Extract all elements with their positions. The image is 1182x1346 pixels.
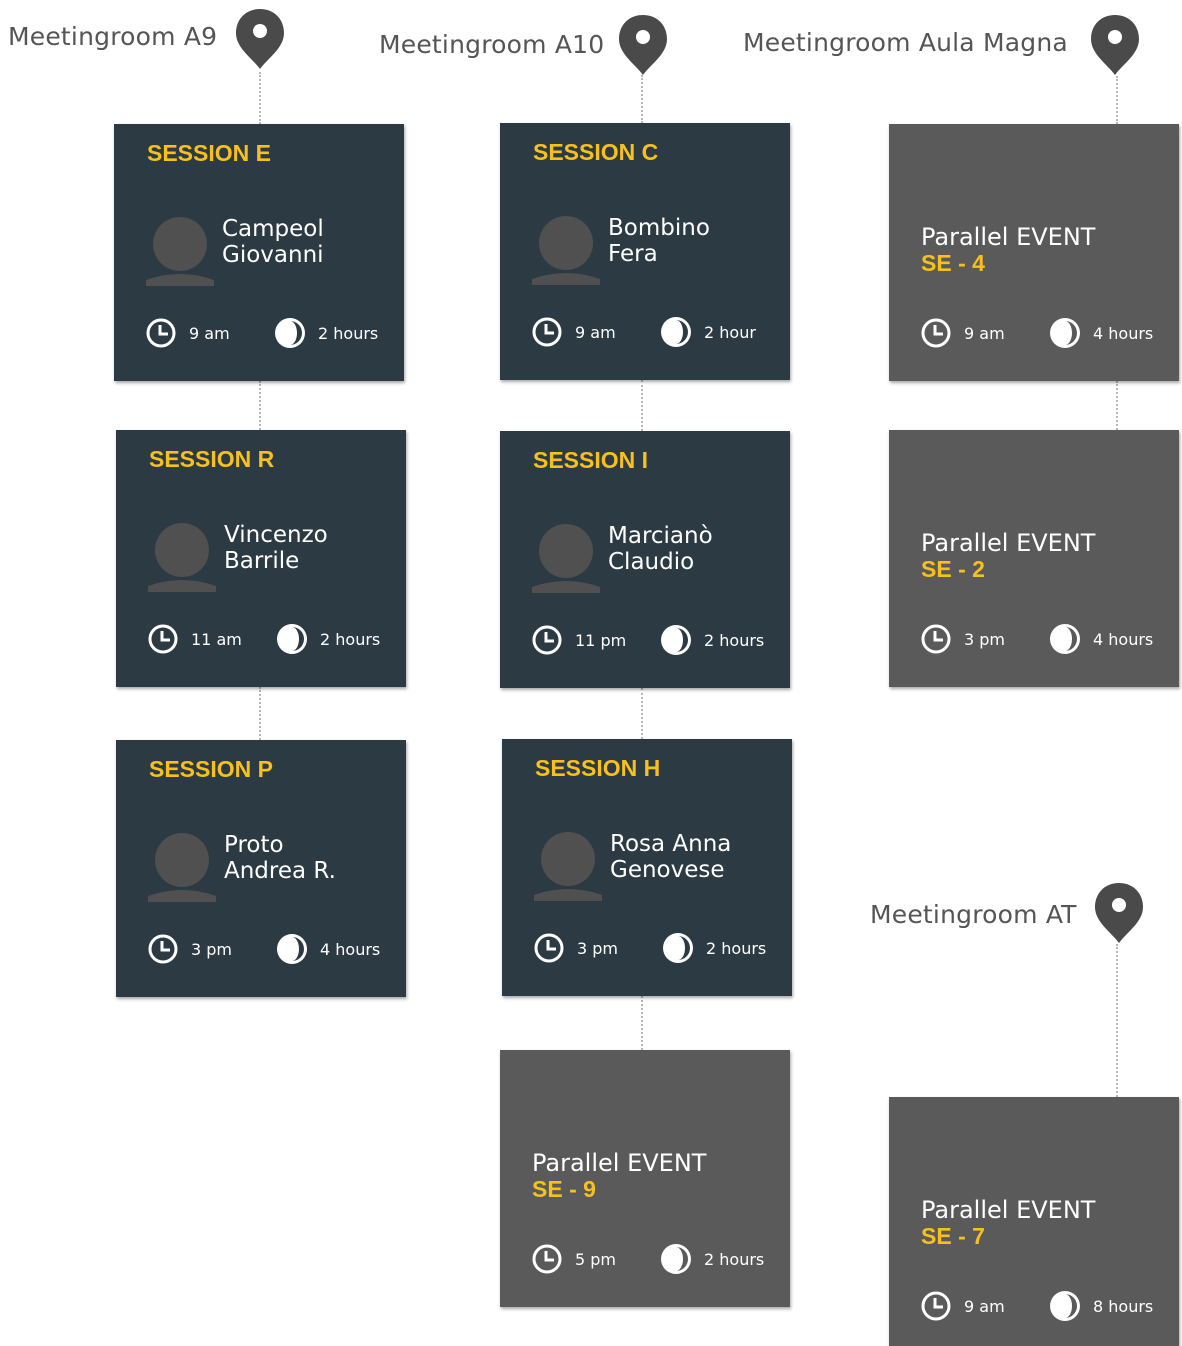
duration-icon [660,1243,692,1275]
duration-icon [274,317,306,349]
avatar-icon [148,522,216,592]
speaker-name: Bombino Fera [608,215,710,267]
clock-icon [531,1243,563,1275]
session-title: SESSION C [533,139,659,165]
connector-line [1116,76,1118,124]
session-duration: 2 hours [662,931,766,965]
connector-line [259,381,261,430]
event-code: SE - 4 [921,250,985,276]
clock-icon [920,623,952,655]
map-pin-icon[interactable] [1089,14,1141,76]
session-time: 11 pm [531,623,626,657]
session-duration: 2 hours [274,316,378,350]
connector-line [259,72,261,124]
clock-icon [533,932,565,964]
session-duration: 2 hours [276,622,380,656]
event-time: 9 am [920,1289,1005,1323]
session-time: 9 am [145,316,230,350]
event-time: 3 pm [920,622,1005,656]
session-title: SESSION P [149,756,273,782]
event-title: Parallel EVENT [921,1196,1096,1224]
event-card-se4[interactable]: Parallel EVENT SE - 4 9 am 4 hours [889,124,1179,381]
event-card-se9[interactable]: Parallel EVENT SE - 9 5 pm 2 hours [500,1050,790,1307]
speaker-name: Rosa Anna Genovese [610,831,732,883]
event-duration: 2 hours [660,1242,764,1276]
session-time: 3 pm [533,931,618,965]
room-label-aula-magna: Meetingroom Aula Magna [743,28,1068,57]
clock-icon [147,933,179,965]
speaker-name: Vincenzo Barrile [224,522,328,574]
duration-icon [660,624,692,656]
avatar-icon [532,215,600,285]
event-title: Parallel EVENT [921,223,1096,251]
session-card-i[interactable]: SESSION I Marcianò Claudio 11 pm 2 hours [500,431,790,688]
event-code: SE - 7 [921,1223,985,1249]
event-code: SE - 2 [921,556,985,582]
duration-icon [1049,623,1081,655]
session-card-h[interactable]: SESSION H Rosa Anna Genovese 3 pm 2 hours [502,739,792,996]
session-card-p[interactable]: SESSION P Proto Andrea R. 3 pm 4 hours [116,740,406,997]
connector-line [641,380,643,431]
connector-line [259,687,261,740]
duration-icon [662,932,694,964]
connector-line [641,75,643,123]
avatar-icon [534,831,602,901]
room-label-at: Meetingroom AT [870,900,1077,929]
event-title: Parallel EVENT [921,529,1096,557]
session-time: 11 am [147,622,242,656]
event-duration: 4 hours [1049,622,1153,656]
event-card-se7[interactable]: Parallel EVENT SE - 7 9 am 8 hours [889,1097,1179,1346]
event-title: Parallel EVENT [532,1149,707,1177]
session-duration: 2 hours [660,623,764,657]
event-card-se2[interactable]: Parallel EVENT SE - 2 3 pm 4 hours [889,430,1179,687]
session-time: 9 am [531,315,616,349]
event-time: 5 pm [531,1242,616,1276]
session-title: SESSION R [149,446,275,472]
speaker-name: Campeol Giovanni [222,216,324,268]
avatar-icon [146,216,214,286]
session-card-r[interactable]: SESSION R Vincenzo Barrile 11 am 2 hours [116,430,406,687]
duration-icon [1049,1290,1081,1322]
avatar-icon [532,523,600,593]
duration-icon [276,623,308,655]
event-duration: 8 hours [1049,1289,1153,1323]
clock-icon [531,316,563,348]
clock-icon [145,317,177,349]
avatar-icon [148,832,216,902]
room-label-a10: Meetingroom A10 [379,30,605,59]
session-duration: 2 hour [660,315,756,349]
connector-line [641,996,643,1050]
speaker-name: Marcianò Claudio [608,523,713,575]
map-pin-icon[interactable] [617,14,669,76]
map-pin-icon[interactable] [1093,882,1145,944]
event-time: 9 am [920,316,1005,350]
room-label-a9: Meetingroom A9 [8,22,218,51]
connector-line [1116,944,1118,1097]
connector-line [1116,381,1118,430]
clock-icon [920,317,952,349]
event-code: SE - 9 [532,1176,596,1202]
event-duration: 4 hours [1049,316,1153,350]
session-title: SESSION I [533,447,649,473]
speaker-name: Proto Andrea R. [224,832,336,884]
connector-line [641,688,643,739]
duration-icon [276,933,308,965]
session-card-e[interactable]: SESSION E Campeol Giovanni 9 am 2 hours [114,124,404,381]
clock-icon [147,623,179,655]
session-card-c[interactable]: SESSION C Bombino Fera 9 am 2 hour [500,123,790,380]
clock-icon [531,624,563,656]
session-duration: 4 hours [276,932,380,966]
duration-icon [1049,317,1081,349]
session-title: SESSION E [147,140,271,166]
clock-icon [920,1290,952,1322]
duration-icon [660,316,692,348]
map-pin-icon[interactable] [234,8,286,70]
session-time: 3 pm [147,932,232,966]
session-title: SESSION H [535,755,661,781]
